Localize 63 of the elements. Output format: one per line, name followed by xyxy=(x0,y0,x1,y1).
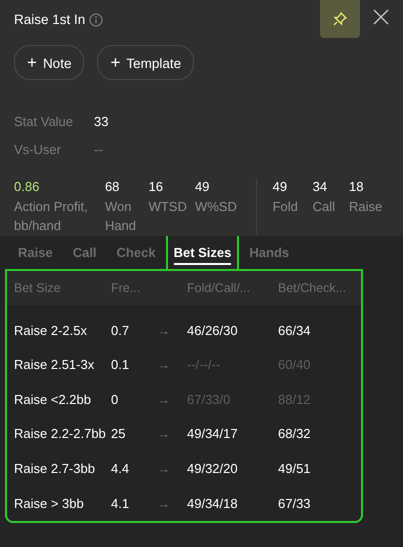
close-button[interactable] xyxy=(373,9,389,25)
add-button[interactable]: + Template xyxy=(97,44,194,80)
table-cell-text: 67/33 xyxy=(278,494,312,513)
table-cell-text: Raise 2-2.5x xyxy=(13,322,88,340)
info-value: -- xyxy=(94,141,103,160)
arrow-icon: → xyxy=(157,458,187,478)
table-cell-text: Raise > 3bb xyxy=(13,494,85,513)
info-value: 33 xyxy=(94,113,108,132)
pin-button[interactable] xyxy=(320,0,360,38)
arrow-icon: → xyxy=(157,390,187,410)
stat-value: 49 xyxy=(272,178,288,196)
stat-value: 68 xyxy=(104,178,120,196)
table-cell-text: 88/12 xyxy=(278,390,312,409)
table-cell-text: 49/51 xyxy=(278,460,312,478)
table-cell-text: --/--/-- xyxy=(187,356,222,374)
tab[interactable]: Hands xyxy=(239,236,300,270)
table-cell-text: 4.4 xyxy=(111,460,130,478)
stat-label: Won Hand xyxy=(104,198,138,234)
stat-value: 34 xyxy=(312,178,328,196)
stat-label: W%SD xyxy=(194,198,238,216)
tab[interactable]: Raise xyxy=(8,236,63,270)
panel-title: Raise 1st In xyxy=(14,11,86,29)
stat-value: 18 xyxy=(348,178,364,196)
table-cell-text: 49/34/18 xyxy=(187,494,239,513)
stat-value: 0.86 xyxy=(14,178,40,196)
stat-label: Fold xyxy=(272,198,299,216)
table-cell-text: 0.7 xyxy=(111,322,130,340)
info-icon[interactable] xyxy=(88,13,103,28)
tab[interactable]: Check xyxy=(106,236,166,270)
table-cell-text: 4.1 xyxy=(111,494,130,513)
stat-label: Action Profit, bb/hand xyxy=(14,198,89,234)
table-cell-text: 60/40 xyxy=(278,356,312,374)
stat-value: 16 xyxy=(148,178,164,196)
pin-icon xyxy=(332,11,348,27)
table-cell-text: 67/33/0 xyxy=(187,390,232,409)
arrow-icon: → xyxy=(157,320,187,340)
table-cell-text: 66/34 xyxy=(278,322,312,340)
table-cell-text: Raise 2.51-3x xyxy=(13,356,96,374)
stat-label: Call xyxy=(312,198,336,216)
table-cell-text: 49/32/20 xyxy=(187,460,239,478)
tab[interactable]: Call xyxy=(62,236,107,270)
info-label: Stat Value xyxy=(14,113,74,132)
info-label: Vs-User xyxy=(14,141,62,160)
column-header: Bet/Check... xyxy=(278,280,348,297)
table-cell-text: 49/34/17 xyxy=(187,425,239,444)
arrow-icon: → xyxy=(157,355,187,375)
column-header: Fold/Call/... xyxy=(187,280,252,297)
table-cell-text: Raise <2.2bb xyxy=(13,390,92,409)
table-cell-text: 68/32 xyxy=(278,425,312,444)
table-cell-text: Raise 2.7-3bb xyxy=(13,460,96,478)
table-cell-text: 0.1 xyxy=(111,356,130,374)
table-cell-text: Raise 2.2-2.7bb xyxy=(13,425,107,444)
column-header: Bet Size xyxy=(13,280,62,297)
table-cell-text: 25 xyxy=(111,425,126,444)
stat-label: WTSD xyxy=(148,198,188,216)
stat-label: Raise xyxy=(348,198,384,216)
table-cell-text: 0 xyxy=(111,390,120,409)
table-cell-text: 46/26/30 xyxy=(187,322,239,340)
add-button[interactable]: + Note xyxy=(14,44,84,80)
arrow-icon: → xyxy=(157,494,187,514)
stat-value: 49 xyxy=(194,178,210,196)
arrow-icon: → xyxy=(157,424,187,444)
column-header: Fre... xyxy=(111,280,142,297)
